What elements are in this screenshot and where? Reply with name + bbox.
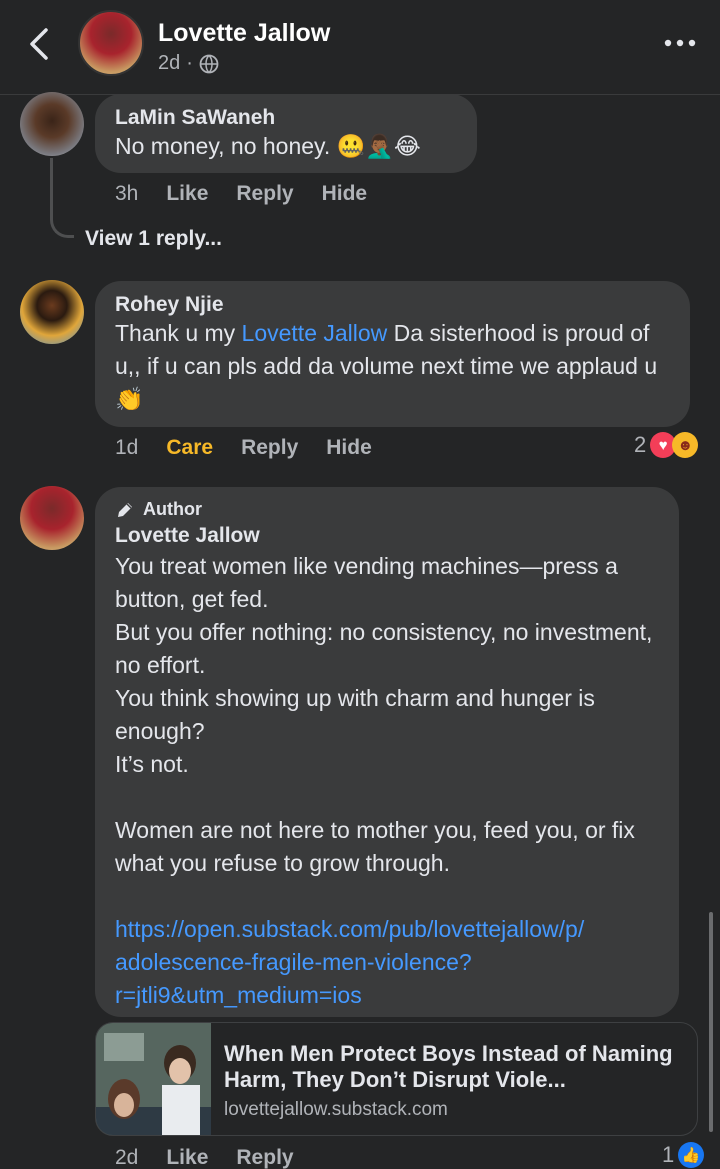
comment-actions: 3h Like Reply Hide [115,182,367,206]
author-badge-label: Author [143,499,202,519]
post-meta: 2d · [158,52,219,75]
comment-text: You treat women like vending machines—pr… [115,550,659,1012]
comment-time: 3h [115,182,139,205]
thumbs-up-icon: 👍 [678,1142,705,1168]
commenter-avatar[interactable] [20,92,84,156]
preview-domain: lovettejallow.substack.com [224,1099,448,1120]
author-badge: Author [115,499,659,520]
chevron-left-icon [30,28,48,60]
commenter-avatar[interactable] [20,486,84,550]
meta-separator: · [186,52,193,74]
reaction-summary[interactable]: 2 ♥ ☻ [634,432,699,458]
comment-bubble: Rohey Njie Thank u my Lovette Jallow Da … [95,281,690,427]
reaction-count: 1 [662,1142,675,1167]
mention-link[interactable]: Lovette Jallow [242,320,388,346]
reaction-count: 2 [634,432,647,457]
comment-text: No money, no honey. 🤐🤦🏾‍♂️😂 [115,133,421,159]
post-header: Lovette Jallow 2d · [0,0,720,95]
scrollbar[interactable] [709,912,713,1132]
link-preview-card[interactable]: When Men Protect Boys Instead of Naming … [95,1022,698,1136]
more-horizontal-icon [664,39,696,47]
reply-button[interactable]: Reply [236,182,293,206]
comment-bubble: Author Lovette Jallow You treat women li… [95,487,679,1017]
reply-button[interactable]: Reply [236,1146,293,1169]
preview-title: When Men Protect Boys Instead of Naming … [224,1041,673,1092]
substack-link[interactable]: https://open.substack.com/pub/lovettejal… [115,913,659,1012]
hide-button[interactable]: Hide [326,436,372,460]
pencil-icon [118,502,132,517]
clap-emoji: 👏 [115,386,144,412]
comment-text: Thank u my Lovette Jallow Da sisterhood … [115,320,658,412]
view-replies-link[interactable]: View 1 reply... [85,227,222,251]
emoji-group: 🤐🤦🏾‍♂️😂 [336,133,421,159]
reply-button[interactable]: Reply [241,436,298,460]
like-button[interactable]: Like [166,182,208,206]
more-options-button[interactable] [662,28,698,58]
post-time: 2d [158,52,181,74]
comment-actions: 2d Like Reply [115,1146,294,1169]
commenter-avatar[interactable] [20,280,84,344]
back-button[interactable] [22,24,58,64]
hide-button[interactable]: Hide [322,182,368,206]
care-reaction-button[interactable]: Care [166,436,213,460]
commenter-name[interactable]: Lovette Jallow [115,524,659,548]
preview-thumbnail [96,1023,211,1135]
comment-actions: 1d Care Reply Hide [115,436,372,460]
comment-bubble: LaMin SaWaneh No money, no honey. 🤐🤦🏾‍♂️… [95,94,477,173]
commenter-name[interactable]: LaMin SaWaneh [115,106,457,130]
author-avatar[interactable] [78,10,144,76]
thread-connector [50,158,74,238]
reaction-summary[interactable]: 1 👍 [662,1142,705,1168]
care-icon: ☻ [672,432,699,458]
commenter-name[interactable]: Rohey Njie [115,293,670,317]
comment-time: 1d [115,436,139,459]
globe-icon [199,54,219,73]
like-button[interactable]: Like [166,1146,208,1169]
page-title[interactable]: Lovette Jallow [158,19,330,48]
comment-time: 2d [115,1146,139,1169]
